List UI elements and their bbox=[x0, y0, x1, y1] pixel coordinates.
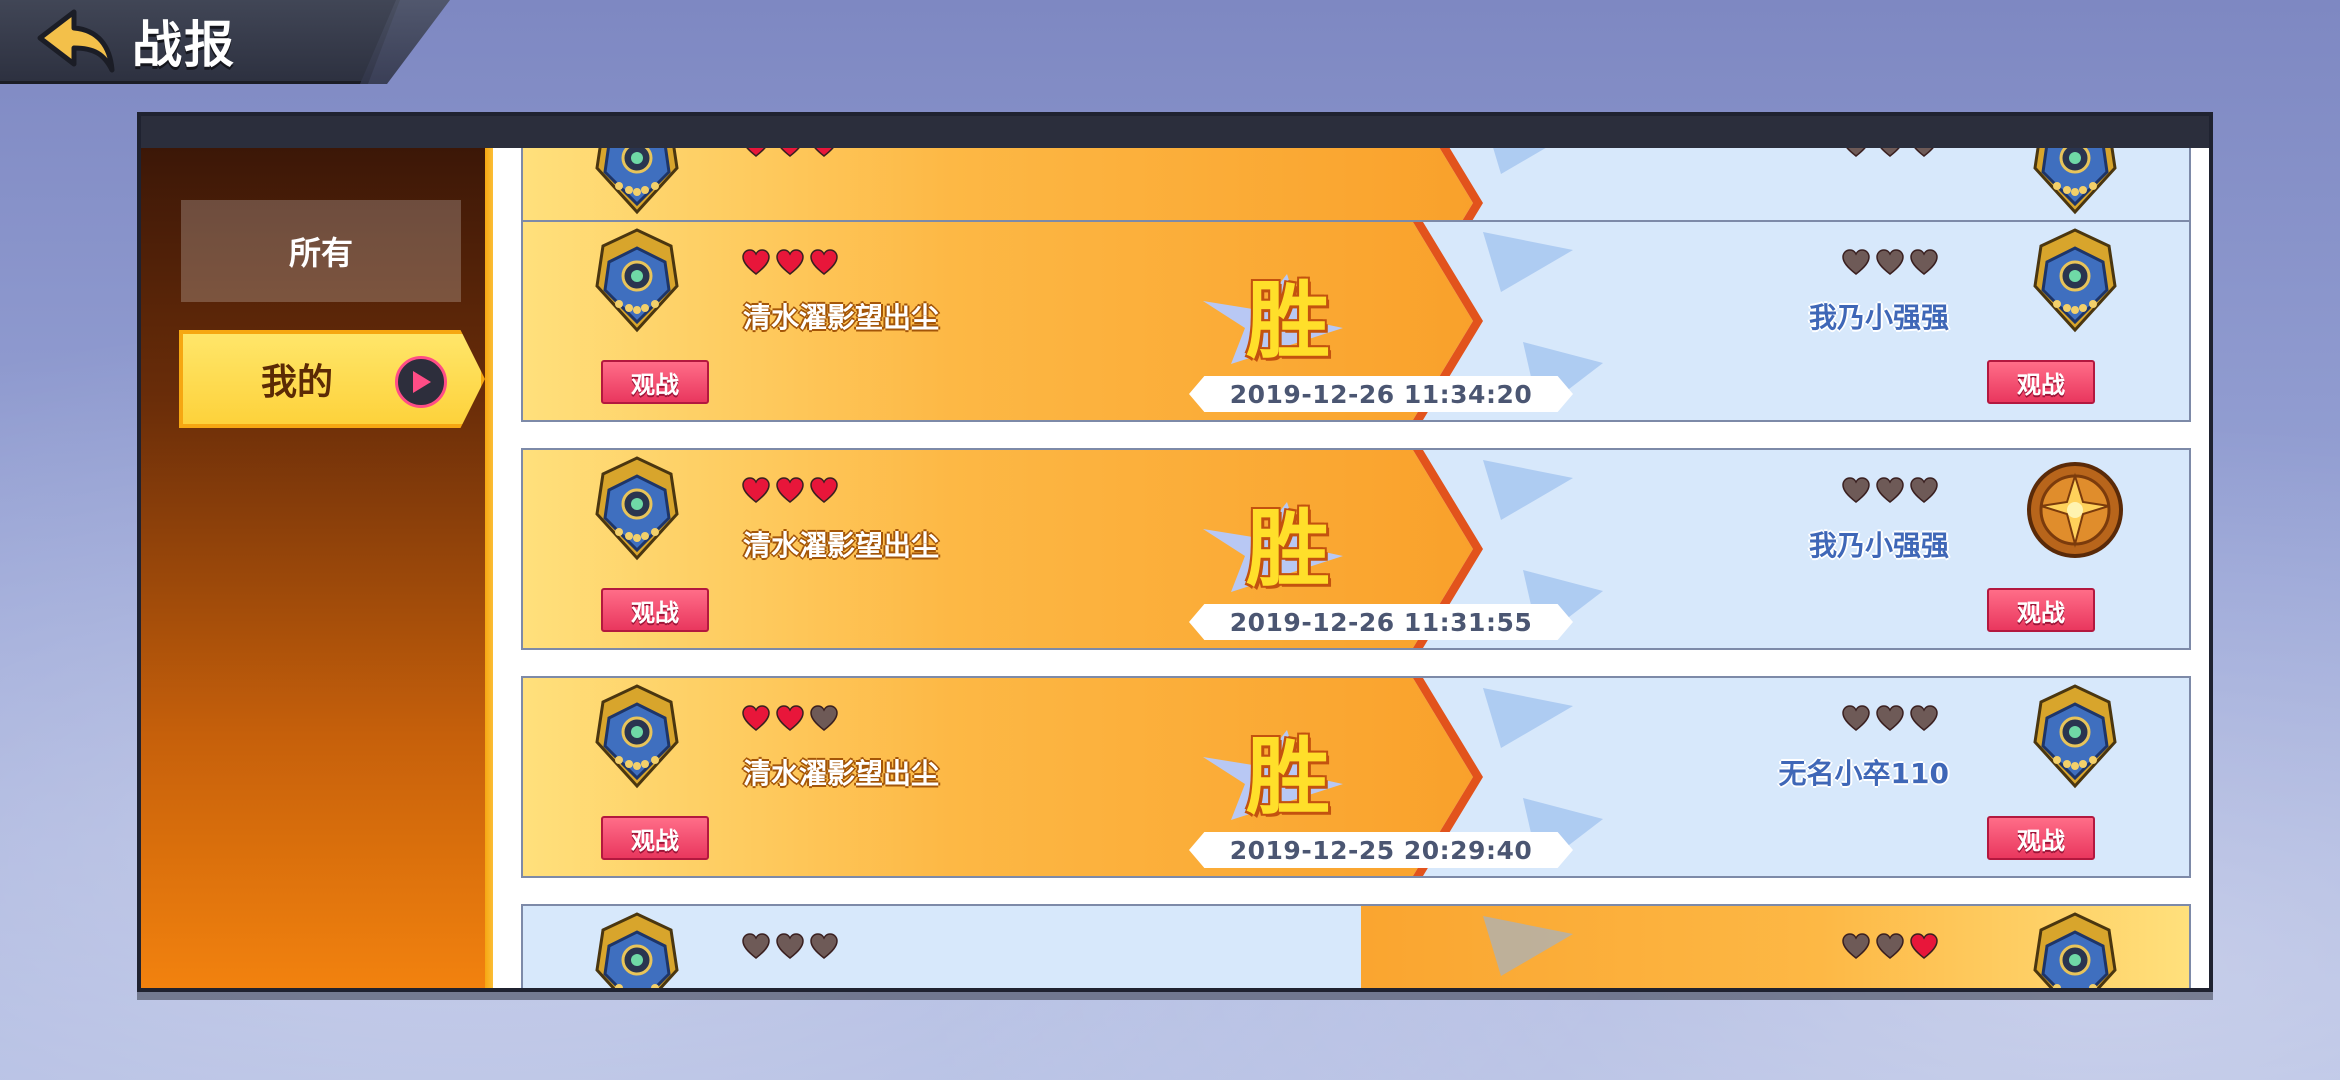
left-player-name: 清水濯影望出尘 bbox=[743, 757, 940, 790]
match-timestamp: 2019-12-25 20:29:40 bbox=[1189, 832, 1573, 868]
right-hearts bbox=[1841, 932, 1939, 964]
right-hearts bbox=[1841, 248, 1939, 280]
right-hearts bbox=[1841, 476, 1939, 508]
heart-icon bbox=[1875, 248, 1905, 280]
heart-icon bbox=[1909, 704, 1939, 736]
blue-rank-emblem-icon bbox=[583, 454, 691, 562]
watch-button-left[interactable]: 观战 bbox=[601, 588, 709, 632]
heart-icon bbox=[775, 704, 805, 736]
heart-icon bbox=[1909, 932, 1939, 964]
heart-icon bbox=[1909, 148, 1939, 162]
heart-icon bbox=[809, 248, 839, 280]
left-player-name: 清水濯影望出尘 bbox=[743, 301, 940, 334]
heart-icon bbox=[741, 248, 771, 280]
match-list[interactable]: 2019-12-26 11:34:51观战观战 清水濯影望出尘我乃小强强胜201… bbox=[493, 148, 2209, 988]
heart-icon bbox=[1841, 148, 1871, 162]
tab-mine[interactable]: 我的 bbox=[179, 330, 485, 428]
heart-icon bbox=[775, 248, 805, 280]
decor-shard bbox=[1483, 148, 1573, 174]
watch-button-left[interactable]: 观战 bbox=[601, 360, 709, 404]
top-header: 战报 bbox=[0, 0, 400, 84]
play-arrow-icon bbox=[395, 356, 447, 408]
heart-icon bbox=[809, 148, 839, 162]
page-title: 战报 bbox=[132, 15, 236, 74]
heart-icon bbox=[809, 932, 839, 964]
tab-mine-label: 我的 bbox=[261, 362, 334, 403]
blue-rank-emblem-icon bbox=[2021, 226, 2129, 334]
heart-icon bbox=[741, 932, 771, 964]
blue-rank-emblem-icon bbox=[583, 148, 691, 216]
blue-rank-emblem-icon bbox=[2021, 682, 2129, 790]
bronze-rank-emblem-icon bbox=[2021, 454, 2129, 562]
heart-icon bbox=[1841, 476, 1871, 508]
heart-icon bbox=[1875, 932, 1905, 964]
heart-icon bbox=[1875, 148, 1905, 162]
tab-all-label: 所有 bbox=[288, 234, 353, 272]
left-player-name: 清水濯影望出尘 bbox=[743, 529, 940, 562]
watch-button-right[interactable]: 观战 bbox=[1987, 360, 2095, 404]
result-badge: 胜 bbox=[1245, 271, 1330, 370]
heart-icon bbox=[775, 932, 805, 964]
panel-top-bar bbox=[141, 116, 2209, 148]
decor-shard bbox=[1483, 460, 1573, 520]
heart-icon bbox=[741, 704, 771, 736]
watch-button-right[interactable]: 观战 bbox=[1987, 816, 2095, 860]
match-card[interactable] bbox=[521, 904, 2191, 988]
battle-report-panel: 所有 我的 2019-12-26 11:34:51观战观战 清水濯影望出尘我乃小… bbox=[137, 112, 2213, 992]
decor-shard bbox=[1483, 232, 1573, 292]
heart-icon bbox=[1909, 248, 1939, 280]
match-card[interactable]: 清水濯影望出尘 我乃小强强 胜 2019-12-26 11:31:55 观战 观战 bbox=[521, 448, 2191, 650]
result-badge: 胜 bbox=[1245, 727, 1330, 826]
right-player-name: 我乃小强强 bbox=[1808, 301, 1949, 334]
heart-icon bbox=[741, 148, 771, 162]
decor-shard bbox=[1483, 688, 1573, 748]
heart-icon bbox=[741, 476, 771, 508]
heart-icon bbox=[1909, 476, 1939, 508]
match-timestamp: 2019-12-26 11:34:20 bbox=[1189, 376, 1573, 412]
back-arrow-icon[interactable] bbox=[36, 0, 126, 83]
filter-sidebar: 所有 我的 bbox=[141, 148, 493, 988]
blue-rank-emblem-icon bbox=[2021, 148, 2129, 216]
left-hearts bbox=[741, 148, 839, 162]
heart-icon bbox=[809, 704, 839, 736]
heart-icon bbox=[775, 148, 805, 162]
heart-icon bbox=[1875, 476, 1905, 508]
right-hearts bbox=[1841, 704, 1939, 736]
heart-icon bbox=[1841, 932, 1871, 964]
match-card[interactable]: 清水濯影望出尘 我乃小强强 胜 2019-12-26 11:34:20 观战 观战 bbox=[521, 220, 2191, 422]
heart-icon bbox=[775, 476, 805, 508]
left-hearts bbox=[741, 704, 839, 736]
heart-icon bbox=[1841, 704, 1871, 736]
blue-rank-emblem-icon bbox=[583, 910, 691, 988]
heart-icon bbox=[1841, 248, 1871, 280]
left-hearts bbox=[741, 476, 839, 508]
heart-icon bbox=[809, 476, 839, 508]
right-player-name: 我乃小强强 bbox=[1808, 529, 1949, 562]
blue-rank-emblem-icon bbox=[583, 682, 691, 790]
blue-rank-emblem-icon bbox=[583, 226, 691, 334]
left-hearts bbox=[741, 932, 839, 964]
right-player-name: 无名小卒110 bbox=[1778, 757, 1949, 790]
watch-button-left[interactable]: 观战 bbox=[601, 816, 709, 860]
tab-all[interactable]: 所有 bbox=[181, 200, 461, 302]
watch-button-right[interactable]: 观战 bbox=[1987, 588, 2095, 632]
match-card[interactable]: 清水濯影望出尘 无名小卒110 胜 2019-12-25 20:29:40 观战 观战 bbox=[521, 676, 2191, 878]
right-hearts bbox=[1841, 148, 1939, 162]
blue-rank-emblem-icon bbox=[2021, 910, 2129, 988]
left-hearts bbox=[741, 248, 839, 280]
heart-icon bbox=[1875, 704, 1905, 736]
result-badge: 胜 bbox=[1245, 499, 1330, 598]
match-timestamp: 2019-12-26 11:31:55 bbox=[1189, 604, 1573, 640]
